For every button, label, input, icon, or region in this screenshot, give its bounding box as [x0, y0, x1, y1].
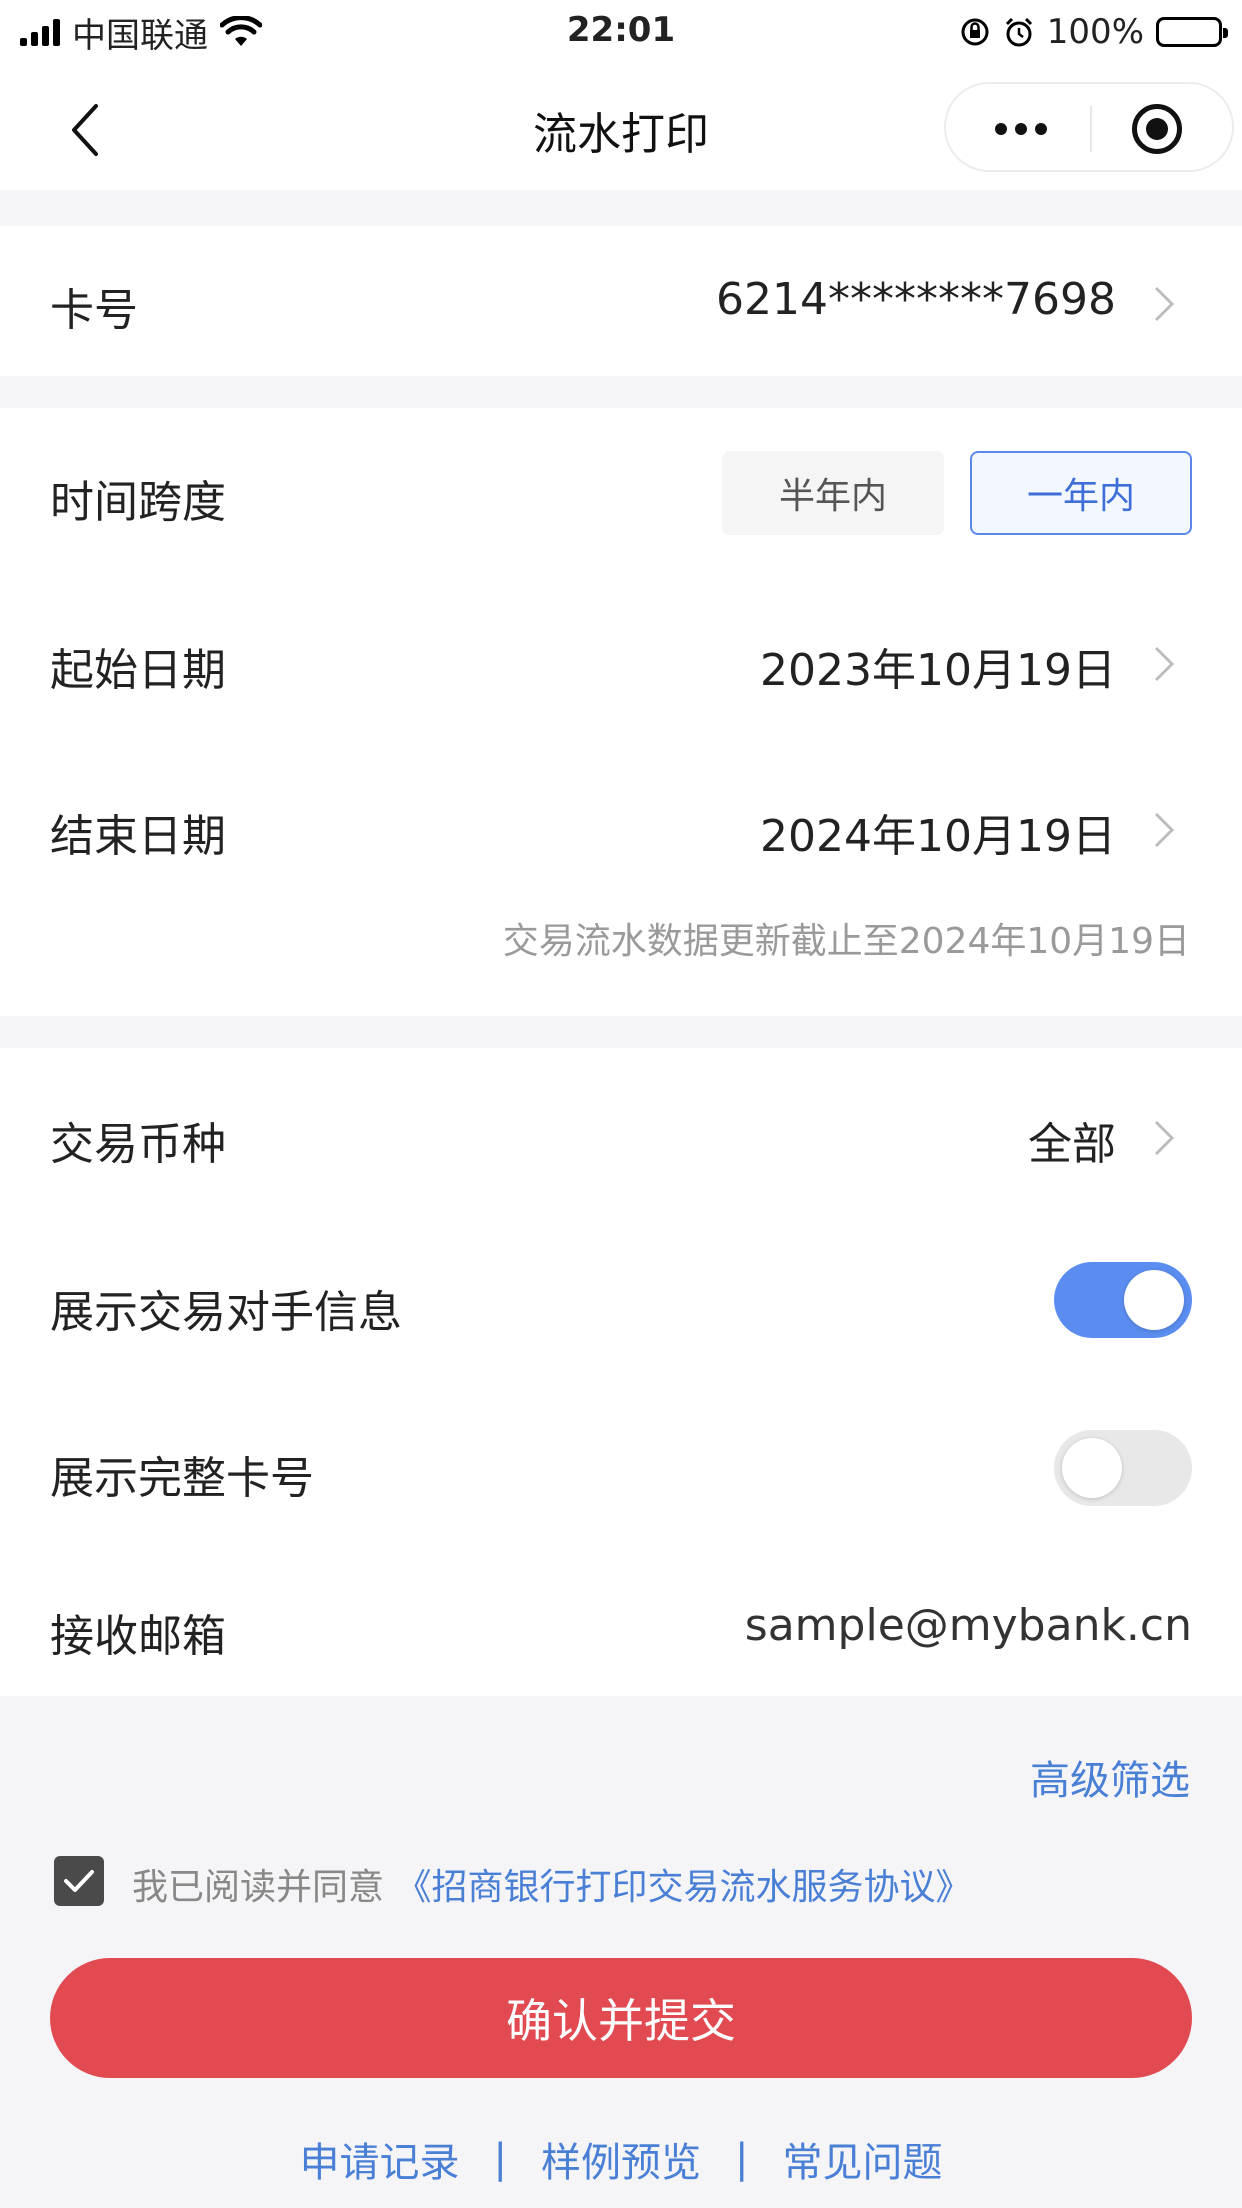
footer-separator: | — [493, 2136, 507, 2182]
chevron-right-icon — [1154, 1120, 1175, 1156]
agreement-link[interactable]: 《招商银行打印交易流水服务协议》 — [395, 1867, 971, 1908]
checkmark-icon — [64, 1870, 94, 1892]
currency-label: 交易币种 — [50, 1119, 226, 1170]
battery-percent: 100% — [1046, 12, 1144, 52]
toggle-knob — [1062, 1438, 1122, 1498]
card-number-row[interactable]: 卡号 6214********7698 — [0, 226, 1242, 376]
data-cutoff-note: 交易流水数据更新截止至2024年10月19日 — [502, 921, 1190, 962]
close-miniprogram-icon[interactable] — [1132, 104, 1182, 154]
time-span-label: 时间跨度 — [50, 477, 226, 528]
card-number-label: 卡号 — [50, 285, 138, 336]
footer-separator: | — [735, 2136, 749, 2182]
agreement-text: 我已阅读并同意 《招商银行打印交易流水服务协议》 — [132, 1858, 971, 1910]
toggle-knob — [1124, 1270, 1184, 1330]
show-counterparty-toggle[interactable] — [1054, 1262, 1192, 1338]
start-date-value: 2023年10月19日 — [760, 645, 1116, 696]
footer-links: 申请记录 | 样例预览 | 常见问题 — [0, 2130, 1242, 2188]
card-number-value: 6214********7698 — [716, 274, 1116, 325]
end-date-row[interactable]: 结束日期 2024年10月19日 — [0, 766, 1242, 896]
show-full-card-toggle[interactable] — [1054, 1430, 1192, 1506]
email-value[interactable]: sample@mybank.cn — [745, 1600, 1192, 1651]
email-label: 接收邮箱 — [50, 1611, 226, 1662]
show-counterparty-label: 展示交易对手信息 — [50, 1287, 402, 1338]
start-date-label: 起始日期 — [50, 645, 226, 696]
chevron-right-icon — [1154, 812, 1175, 848]
orientation-lock-icon — [961, 18, 989, 46]
footer-link-faq[interactable]: 常见问题 — [782, 2130, 942, 2188]
footer-link-sample[interactable]: 样例预览 — [541, 2130, 701, 2188]
end-date-label: 结束日期 — [50, 811, 226, 862]
advanced-filter-link[interactable]: 高级筛选 — [1030, 1748, 1190, 1806]
status-right: 100% — [959, 10, 1228, 54]
miniprogram-capsule — [944, 82, 1234, 172]
time-span-half-year[interactable]: 半年内 — [722, 451, 944, 535]
currency-row[interactable]: 交易币种 全部 — [0, 1072, 1242, 1202]
footer-link-records[interactable]: 申请记录 — [300, 2130, 460, 2188]
agreement-checkbox[interactable] — [54, 1856, 104, 1906]
chevron-right-icon — [1154, 286, 1175, 322]
status-bar: 中国联通 22:01 100% — [0, 0, 1242, 64]
submit-button[interactable]: 确认并提交 — [50, 1958, 1192, 2078]
agreement-prefix: 我已阅读并同意 — [132, 1867, 385, 1908]
start-date-row[interactable]: 起始日期 2023年10月19日 — [0, 600, 1242, 730]
chevron-right-icon — [1154, 646, 1175, 682]
end-date-value: 2024年10月19日 — [760, 811, 1116, 862]
nav-bar: 流水打印 — [0, 64, 1242, 190]
show-full-card-label: 展示完整卡号 — [50, 1453, 314, 1504]
currency-value: 全部 — [1028, 1119, 1116, 1170]
battery-icon — [1156, 17, 1228, 47]
more-icon[interactable] — [976, 104, 1066, 154]
capsule-divider — [1090, 106, 1092, 152]
time-span-one-year[interactable]: 一年内 — [970, 451, 1192, 535]
alarm-icon — [1005, 17, 1032, 47]
